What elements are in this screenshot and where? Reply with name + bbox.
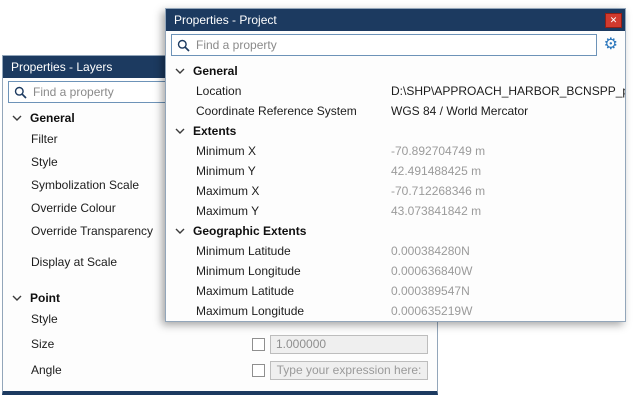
settings-gear-icon[interactable]: ⚙ — [604, 37, 618, 53]
close-icon: ✕ — [610, 16, 618, 25]
chevron-down-icon — [12, 115, 22, 121]
chevron-down-icon — [175, 68, 185, 74]
property-value[interactable]: D:\SHP\APPROACH_HARBOR_BCNSPP_point.shp — [391, 84, 625, 98]
property-row-location: Location D:\SHP\APPROACH_HARBOR_BCNSPP_p… — [166, 81, 625, 101]
angle-checkbox[interactable] — [252, 364, 265, 377]
project-panel: Properties - Project ✕ ⚙ General — [165, 8, 626, 322]
property-name: Minimum Latitude — [196, 244, 391, 258]
section-label: General — [193, 64, 238, 78]
property-value: -70.892704749 m — [391, 144, 485, 158]
property-row-minimum-longitude: Minimum Longitude 0.000636840W — [166, 261, 625, 281]
close-button[interactable]: ✕ — [605, 13, 622, 28]
property-name: Minimum Y — [196, 164, 391, 178]
project-searchbar: ⚙ — [166, 31, 625, 59]
property-row-maximum-y: Maximum Y 43.073841842 m — [166, 201, 625, 221]
project-section-extents[interactable]: Extents — [166, 121, 625, 141]
property-row-maximum-longitude: Maximum Longitude 0.000635219W — [166, 301, 625, 321]
property-name: Minimum X — [196, 144, 391, 158]
project-panel-title: Properties - Project — [174, 13, 605, 27]
section-label: Point — [30, 291, 60, 305]
property-value: -70.712268346 m — [391, 184, 485, 198]
section-label: General — [30, 111, 75, 125]
project-property-grid: General Location D:\SHP\APPROACH_HARBOR_… — [166, 59, 625, 321]
project-titlebar[interactable]: Properties - Project ✕ — [166, 9, 625, 31]
property-value: 0.000389547N — [391, 284, 470, 298]
property-name: Coordinate Reference System — [196, 104, 391, 118]
property-row-minimum-y: Minimum Y 42.491488425 m — [166, 161, 625, 181]
section-label: Geographic Extents — [193, 224, 306, 238]
property-name: Maximum X — [196, 184, 391, 198]
property-value: 42.491488425 m — [391, 164, 481, 178]
property-value: 0.000635219W — [391, 304, 472, 318]
project-searchbox[interactable] — [171, 34, 597, 56]
property-row-minimum-latitude: Minimum Latitude 0.000384280N — [166, 241, 625, 261]
property-name: Maximum Latitude — [196, 284, 391, 298]
property-row-maximum-latitude: Maximum Latitude 0.000389547N — [166, 281, 625, 301]
size-row: Size — [3, 331, 437, 357]
chevron-down-icon — [175, 228, 185, 234]
property-name: Maximum Y — [196, 204, 391, 218]
desktop: Properties - Layers General Filter Style… — [0, 0, 635, 404]
property-value[interactable]: WGS 84 / World Mercator — [391, 104, 528, 118]
property-name: Maximum Longitude — [196, 304, 391, 318]
project-section-geographic-extents[interactable]: Geographic Extents — [166, 221, 625, 241]
size-checkbox[interactable] — [252, 338, 265, 351]
property-value: 43.073841842 m — [391, 204, 481, 218]
size-input[interactable] — [270, 335, 428, 354]
project-section-general[interactable]: General — [166, 61, 625, 81]
property-value: 0.000384280N — [391, 244, 470, 258]
size-label: Size — [31, 337, 252, 351]
chevron-down-icon — [12, 295, 22, 301]
property-value: 0.000636840W — [391, 264, 472, 278]
property-name: Location — [196, 84, 391, 98]
angle-label: Angle — [31, 363, 252, 377]
angle-row: Angle — [3, 357, 437, 383]
search-icon — [14, 86, 27, 99]
property-name: Minimum Longitude — [196, 264, 391, 278]
angle-input[interactable] — [270, 361, 428, 380]
section-label: Extents — [193, 124, 236, 138]
property-row-crs: Coordinate Reference System WGS 84 / Wor… — [166, 101, 625, 121]
chevron-down-icon — [175, 128, 185, 134]
property-row-minimum-x: Minimum X -70.892704749 m — [166, 141, 625, 161]
property-row-maximum-x: Maximum X -70.712268346 m — [166, 181, 625, 201]
project-search-input[interactable] — [196, 38, 591, 52]
search-icon — [177, 39, 190, 52]
